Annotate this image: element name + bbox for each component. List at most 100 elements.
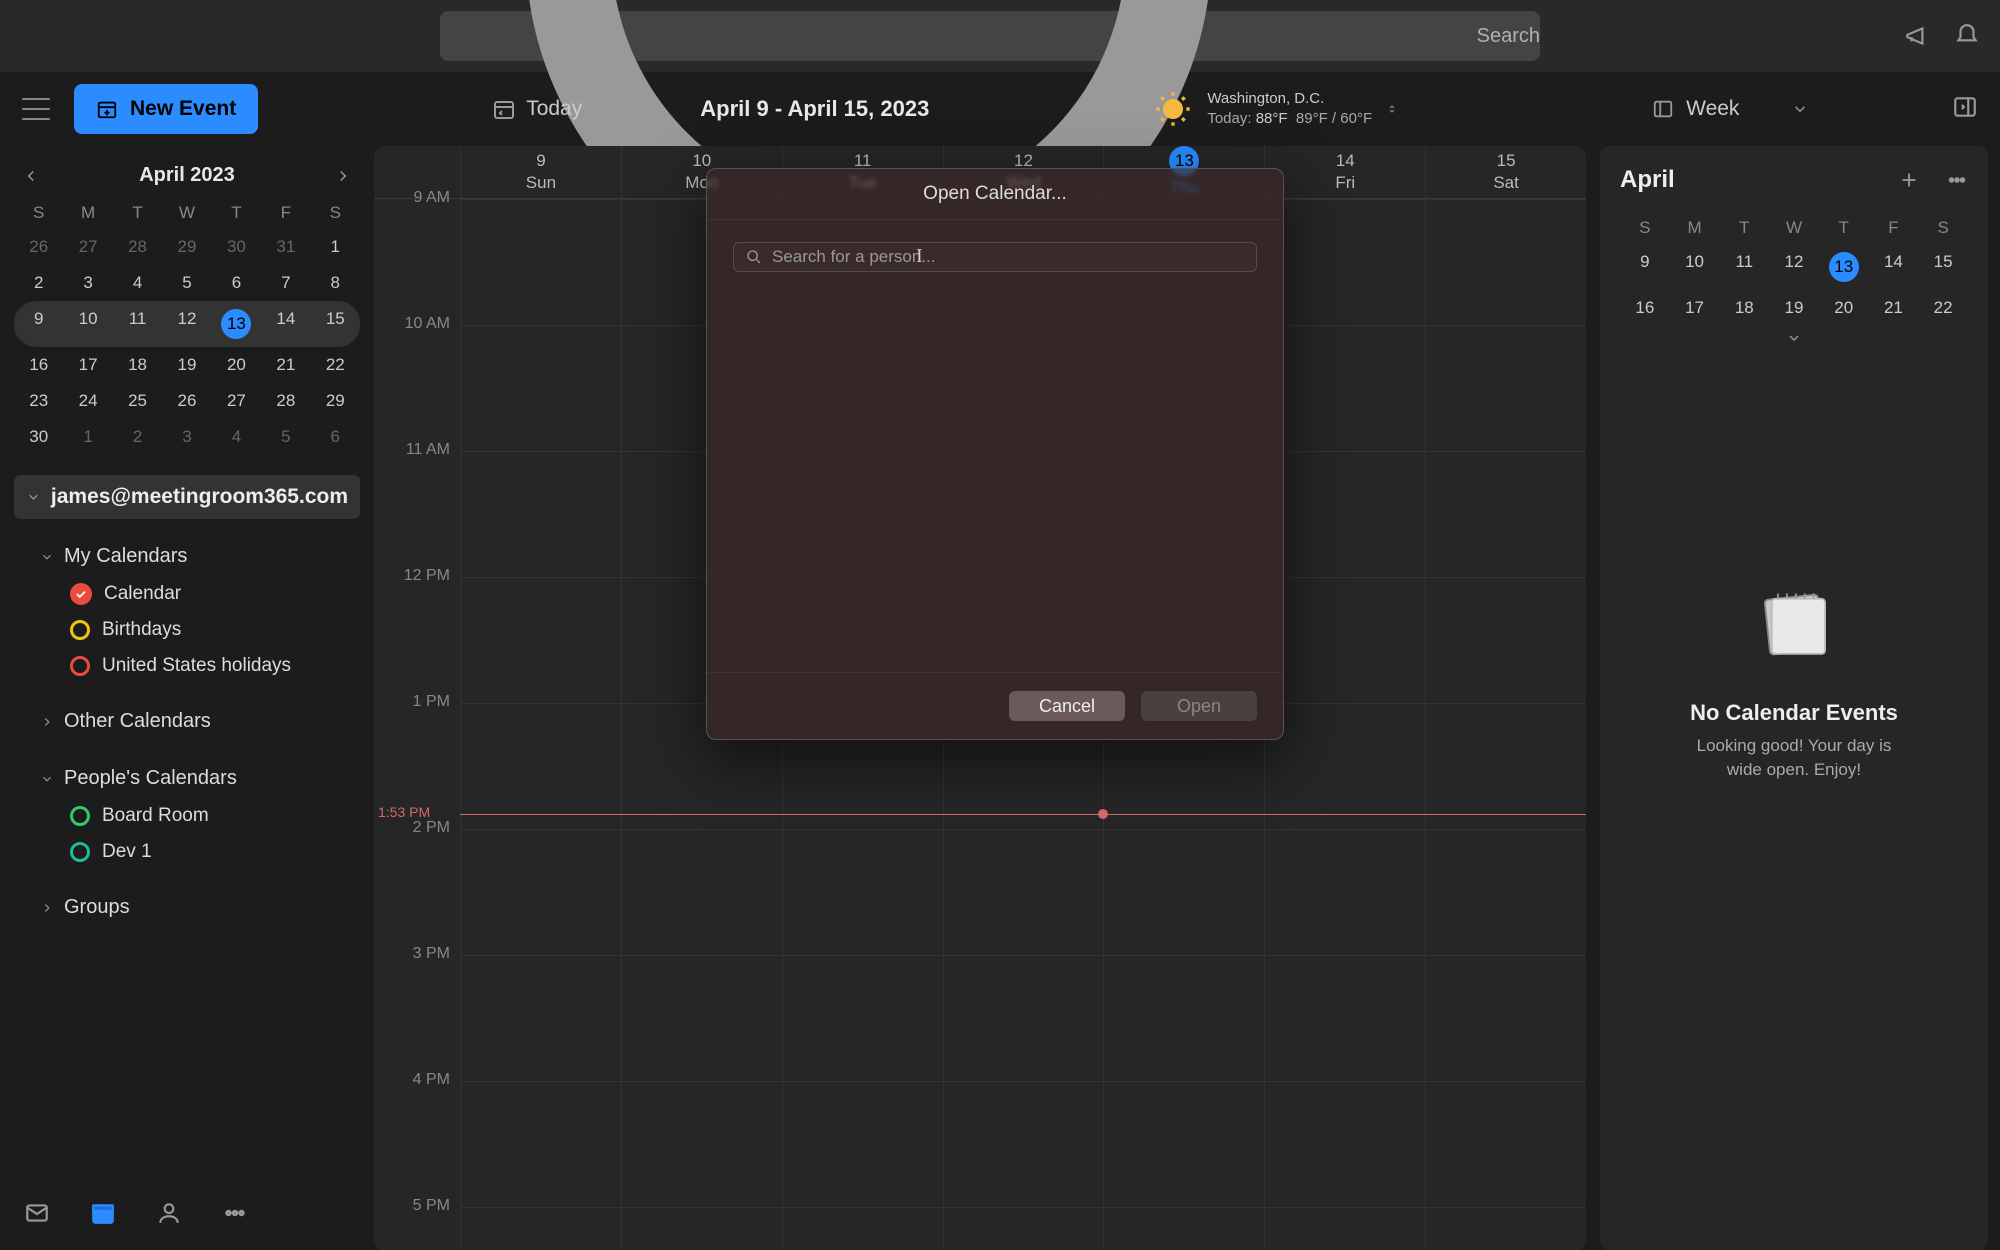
calendar-item[interactable]: Dev 1 xyxy=(14,834,360,870)
calendar-item[interactable]: Calendar xyxy=(14,576,360,612)
cancel-button[interactable]: Cancel xyxy=(1009,691,1125,721)
mini-cal-day[interactable]: 3 xyxy=(63,265,112,301)
mini-cal-day[interactable]: 6 xyxy=(311,419,360,455)
agenda-day[interactable]: 13 xyxy=(1819,244,1869,290)
mini-cal-day[interactable]: 25 xyxy=(113,383,162,419)
agenda-day[interactable]: 10 xyxy=(1670,244,1720,290)
mini-cal-day[interactable]: 9 xyxy=(14,301,63,347)
account-row[interactable]: james@meetingroom365.com xyxy=(14,475,360,519)
mini-cal-day[interactable]: 16 xyxy=(14,347,63,383)
mini-cal-day[interactable]: 22 xyxy=(311,347,360,383)
mini-cal-day[interactable]: 26 xyxy=(14,229,63,265)
mini-cal-day[interactable]: 29 xyxy=(162,229,211,265)
mini-cal-day[interactable]: 21 xyxy=(261,347,310,383)
calendar-icon[interactable] xyxy=(90,1200,116,1226)
mini-cal-day[interactable]: 11 xyxy=(113,301,162,347)
tree-groups[interactable]: Groups xyxy=(14,888,360,927)
mini-cal-day[interactable]: 5 xyxy=(261,419,310,455)
mini-cal-day[interactable]: 24 xyxy=(63,383,112,419)
calendar-item[interactable]: Birthdays xyxy=(14,612,360,648)
calendar-color-swatch[interactable] xyxy=(70,842,90,862)
menu-icon[interactable] xyxy=(22,98,50,120)
panel-toggle-button[interactable] xyxy=(1952,94,1978,125)
agenda-day[interactable]: 11 xyxy=(1719,244,1769,290)
mini-cal-day[interactable]: 30 xyxy=(14,419,63,455)
more-icon[interactable] xyxy=(222,1200,248,1226)
tree-my-calendars[interactable]: My Calendars xyxy=(14,537,360,576)
agenda-day[interactable]: 19 xyxy=(1769,290,1819,326)
mini-cal-day[interactable]: 14 xyxy=(261,301,310,347)
mini-cal-day[interactable]: 4 xyxy=(113,265,162,301)
day-column[interactable] xyxy=(1425,199,1586,1250)
global-search[interactable]: Search xyxy=(440,11,1540,61)
mail-icon[interactable] xyxy=(24,1200,50,1226)
mini-cal-day[interactable]: 27 xyxy=(212,383,261,419)
calendar-color-swatch[interactable] xyxy=(70,656,90,676)
day-column[interactable] xyxy=(460,199,621,1250)
mini-cal-day[interactable]: 26 xyxy=(162,383,211,419)
mini-cal-prev-icon[interactable] xyxy=(22,167,40,185)
agenda-day[interactable]: 15 xyxy=(1918,244,1968,290)
add-icon[interactable] xyxy=(1898,169,1920,191)
tree-peoples-calendars[interactable]: People's Calendars xyxy=(14,759,360,798)
mini-cal-day[interactable]: 18 xyxy=(113,347,162,383)
agenda-day[interactable]: 17 xyxy=(1670,290,1720,326)
mini-cal-day[interactable]: 30 xyxy=(212,229,261,265)
open-button[interactable]: Open xyxy=(1141,691,1257,721)
mini-cal-day[interactable]: 2 xyxy=(113,419,162,455)
agenda-day[interactable]: 16 xyxy=(1620,290,1670,326)
agenda-day[interactable]: 14 xyxy=(1869,244,1919,290)
calendar-item[interactable]: Board Room xyxy=(14,798,360,834)
mini-cal-day[interactable]: 3 xyxy=(162,419,211,455)
next-week-icon[interactable] xyxy=(648,100,666,118)
calendar-color-swatch[interactable] xyxy=(70,620,90,640)
calendar-item[interactable]: United States holidays xyxy=(14,648,360,684)
mini-cal-day[interactable]: 2 xyxy=(14,265,63,301)
bell-icon[interactable] xyxy=(1954,23,1980,49)
calendar-color-swatch[interactable] xyxy=(70,583,92,605)
day-column[interactable] xyxy=(1264,199,1425,1250)
mini-cal-day[interactable]: 10 xyxy=(63,301,112,347)
agenda-day[interactable]: 9 xyxy=(1620,244,1670,290)
mini-cal-day[interactable]: 5 xyxy=(162,265,211,301)
prev-week-icon[interactable] xyxy=(616,100,634,118)
mini-cal-day[interactable]: 20 xyxy=(212,347,261,383)
mini-cal-day[interactable]: 8 xyxy=(311,265,360,301)
calendar-color-swatch[interactable] xyxy=(70,806,90,826)
mini-cal-next-icon[interactable] xyxy=(334,167,352,185)
more-icon[interactable] xyxy=(1946,169,1968,191)
mini-cal-day[interactable]: 4 xyxy=(212,419,261,455)
new-event-button[interactable]: New Event xyxy=(74,84,258,134)
day-header[interactable]: 15Sat xyxy=(1425,146,1586,198)
mini-cal-day[interactable]: 7 xyxy=(261,265,310,301)
weather-widget[interactable]: Washington, D.C. Today: 88°F 89°F / 60°F xyxy=(1153,89,1398,129)
megaphone-icon[interactable] xyxy=(1904,23,1930,49)
mini-cal-day[interactable]: 17 xyxy=(63,347,112,383)
today-button[interactable]: Today xyxy=(492,97,582,121)
agenda-day[interactable]: 18 xyxy=(1719,290,1769,326)
mini-cal-day[interactable]: 13 xyxy=(212,301,261,347)
mini-cal-day[interactable]: 31 xyxy=(261,229,310,265)
modal-search-input[interactable]: Search for a person... I xyxy=(733,242,1257,272)
mini-cal-day[interactable]: 28 xyxy=(113,229,162,265)
agenda-day[interactable]: 22 xyxy=(1918,290,1968,326)
day-header[interactable]: 9Sun xyxy=(460,146,621,198)
expand-chevron-icon[interactable] xyxy=(1786,330,1802,346)
mini-cal-day[interactable]: 1 xyxy=(311,229,360,265)
mini-cal-day[interactable]: 1 xyxy=(63,419,112,455)
day-header[interactable]: 14Fri xyxy=(1264,146,1425,198)
mini-cal-day[interactable]: 27 xyxy=(63,229,112,265)
agenda-day[interactable]: 21 xyxy=(1869,290,1919,326)
tree-other-calendars[interactable]: Other Calendars xyxy=(14,702,360,741)
mini-cal-day[interactable]: 28 xyxy=(261,383,310,419)
agenda-day[interactable]: 12 xyxy=(1769,244,1819,290)
view-switcher[interactable]: Week xyxy=(1652,97,1809,121)
mini-cal-day[interactable]: 6 xyxy=(212,265,261,301)
mini-cal-day[interactable]: 23 xyxy=(14,383,63,419)
mini-cal-day[interactable]: 19 xyxy=(162,347,211,383)
agenda-day[interactable]: 20 xyxy=(1819,290,1869,326)
mini-cal-day[interactable]: 29 xyxy=(311,383,360,419)
mini-cal-day[interactable]: 12 xyxy=(162,301,211,347)
mini-cal-day[interactable]: 15 xyxy=(311,301,360,347)
people-icon[interactable] xyxy=(156,1200,182,1226)
